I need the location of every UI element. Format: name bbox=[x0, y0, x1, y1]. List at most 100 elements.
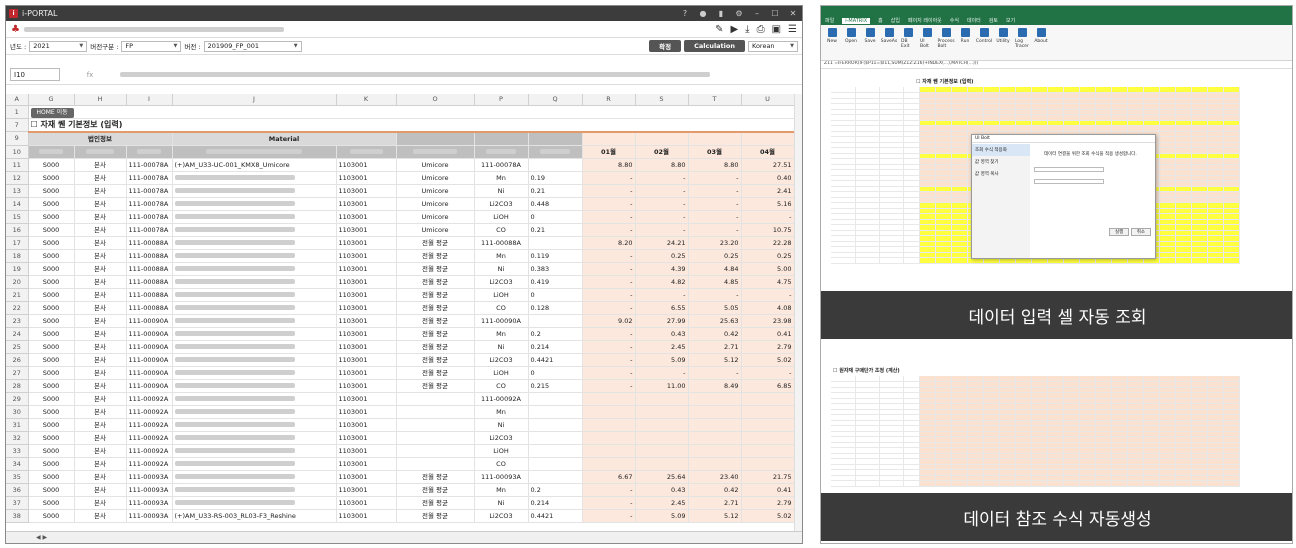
column-letter[interactable]: U bbox=[741, 94, 795, 106]
company-code-cell[interactable]: S000 bbox=[28, 353, 75, 367]
ribbon-tab[interactable]: 수식 bbox=[950, 17, 959, 24]
month-value-cell[interactable] bbox=[688, 457, 742, 471]
material-code-cell[interactable]: 111-00092A bbox=[126, 405, 173, 419]
company-name-cell[interactable]: 본사 bbox=[74, 353, 127, 367]
month-value-cell[interactable]: 6.85 bbox=[741, 379, 795, 393]
dialog-menu-item[interactable]: 값 영역 찾기 bbox=[972, 156, 1030, 168]
month-value-cell[interactable]: 8.49 bbox=[688, 379, 742, 393]
element-cell[interactable]: CO bbox=[474, 301, 529, 315]
month-value-cell[interactable] bbox=[635, 418, 689, 432]
company-name-cell[interactable]: 본사 bbox=[74, 223, 127, 237]
column-letter[interactable]: Q bbox=[528, 94, 583, 106]
ratio-cell[interactable]: 0.2 bbox=[528, 483, 583, 497]
material-name-cell[interactable] bbox=[172, 353, 337, 367]
company-name-cell[interactable]: 본사 bbox=[74, 431, 127, 445]
month-value-cell[interactable]: - bbox=[582, 366, 636, 380]
month-value-cell[interactable]: 5.02 bbox=[741, 509, 795, 523]
account-cell[interactable]: 1103001 bbox=[336, 405, 397, 419]
save-icon[interactable]: ▣ bbox=[772, 24, 781, 35]
company-name-cell[interactable]: 본사 bbox=[74, 197, 127, 211]
element-cell[interactable]: Ni bbox=[474, 340, 529, 354]
company-name-cell[interactable]: 본사 bbox=[74, 457, 127, 471]
ribbon-button[interactable]: Run bbox=[958, 28, 972, 57]
company-code-cell[interactable]: S000 bbox=[28, 457, 75, 471]
material-code-cell[interactable]: 111-00078A bbox=[126, 171, 173, 185]
material-name-cell[interactable] bbox=[172, 301, 337, 315]
supplier-cell[interactable] bbox=[396, 405, 475, 419]
material-name-cell[interactable] bbox=[172, 314, 337, 328]
company-code-cell[interactable]: S000 bbox=[28, 418, 75, 432]
supplier-cell[interactable]: Umicore bbox=[396, 223, 475, 237]
element-cell[interactable]: Li2CO3 bbox=[474, 431, 529, 445]
material-name-cell[interactable] bbox=[172, 262, 337, 276]
month-value-cell[interactable]: - bbox=[582, 288, 636, 302]
company-name-cell[interactable]: 본사 bbox=[74, 340, 127, 354]
supplier-cell[interactable]: 전월 평균 bbox=[396, 509, 475, 523]
month-value-cell[interactable]: 27.99 bbox=[635, 314, 689, 328]
ribbon-button[interactable]: Open bbox=[844, 28, 858, 57]
supplier-cell[interactable]: 전월 평균 bbox=[396, 327, 475, 341]
company-name-cell[interactable]: 본사 bbox=[74, 366, 127, 380]
user-icon[interactable]: ● bbox=[694, 9, 712, 18]
prev-sheet-icon[interactable]: ◀ ▶ bbox=[36, 534, 47, 541]
month-value-cell[interactable]: 24.21 bbox=[635, 236, 689, 250]
month-value-cell[interactable]: - bbox=[741, 210, 795, 224]
element-cell[interactable]: LiOH bbox=[474, 366, 529, 380]
account-cell[interactable]: 1103001 bbox=[336, 340, 397, 354]
company-name-cell[interactable]: 본사 bbox=[74, 405, 127, 419]
element-cell[interactable]: LiOH bbox=[474, 288, 529, 302]
column-letter[interactable]: S bbox=[635, 94, 689, 106]
account-cell[interactable]: 1103001 bbox=[336, 197, 397, 211]
year-select[interactable]: 2021 ▼ bbox=[29, 40, 88, 52]
material-code-cell[interactable]: 111-00090A bbox=[126, 314, 173, 328]
ribbon-button[interactable]: DB Exit bbox=[901, 28, 915, 57]
supplier-cell[interactable]: 전월 평균 bbox=[396, 288, 475, 302]
company-code-cell[interactable]: S000 bbox=[28, 249, 75, 263]
material-name-cell[interactable] bbox=[172, 223, 337, 237]
month-value-cell[interactable] bbox=[741, 405, 795, 419]
element-cell[interactable]: Ni bbox=[474, 184, 529, 198]
supplier-cell[interactable]: 전월 평균 bbox=[396, 483, 475, 497]
supplier-cell[interactable] bbox=[396, 431, 475, 445]
version-type-select[interactable]: FP ▼ bbox=[121, 40, 182, 52]
gear-icon[interactable]: ⚙ bbox=[730, 9, 748, 18]
month-value-cell[interactable]: 8.80 bbox=[635, 158, 689, 172]
column-letter[interactable]: K bbox=[336, 94, 397, 106]
element-cell[interactable]: Li2CO3 bbox=[474, 509, 529, 523]
material-code-cell[interactable]: 111-00092A bbox=[126, 418, 173, 432]
month-value-cell[interactable]: - bbox=[582, 327, 636, 341]
cell-reference-box[interactable]: I10 bbox=[10, 68, 60, 81]
month-value-cell[interactable]: 23.40 bbox=[688, 470, 742, 484]
company-code-cell[interactable]: S000 bbox=[28, 327, 75, 341]
ribbon-button[interactable]: Process Bolt bbox=[937, 28, 955, 57]
month-value-cell[interactable]: - bbox=[582, 262, 636, 276]
dialog-ok-button[interactable]: 실행 bbox=[1109, 228, 1130, 236]
company-name-cell[interactable]: 본사 bbox=[74, 496, 127, 510]
material-name-cell[interactable] bbox=[172, 249, 337, 263]
play-icon[interactable]: ▶ bbox=[730, 24, 738, 35]
month-value-cell[interactable] bbox=[582, 457, 636, 471]
company-code-cell[interactable]: S000 bbox=[28, 379, 75, 393]
supplier-cell[interactable]: 전월 평균 bbox=[396, 275, 475, 289]
material-code-cell[interactable]: 111-00093A bbox=[126, 483, 173, 497]
month-value-cell[interactable]: - bbox=[582, 301, 636, 315]
ratio-cell[interactable]: 0 bbox=[528, 288, 583, 302]
material-name-cell[interactable] bbox=[172, 275, 337, 289]
month-value-cell[interactable]: - bbox=[635, 184, 689, 198]
element-cell[interactable]: 111-00093A bbox=[474, 470, 529, 484]
ratio-cell[interactable]: 0.215 bbox=[528, 379, 583, 393]
element-cell[interactable]: Ni bbox=[474, 262, 529, 276]
ratio-cell[interactable] bbox=[528, 158, 583, 172]
month-value-cell[interactable]: - bbox=[688, 288, 742, 302]
account-cell[interactable]: 1103001 bbox=[336, 301, 397, 315]
ribbon-button[interactable]: Save bbox=[863, 28, 877, 57]
company-name-cell[interactable]: 본사 bbox=[74, 379, 127, 393]
month-value-cell[interactable]: - bbox=[635, 288, 689, 302]
ratio-cell[interactable]: 0.119 bbox=[528, 249, 583, 263]
supplier-cell[interactable]: 전월 평균 bbox=[396, 301, 475, 315]
month-value-cell[interactable]: 0.40 bbox=[741, 171, 795, 185]
account-cell[interactable]: 1103001 bbox=[336, 158, 397, 172]
ribbon-button[interactable]: Log Tracer bbox=[1015, 28, 1029, 57]
ribbon-button[interactable]: Utility bbox=[996, 28, 1010, 57]
supplier-cell[interactable]: Umicore bbox=[396, 210, 475, 224]
